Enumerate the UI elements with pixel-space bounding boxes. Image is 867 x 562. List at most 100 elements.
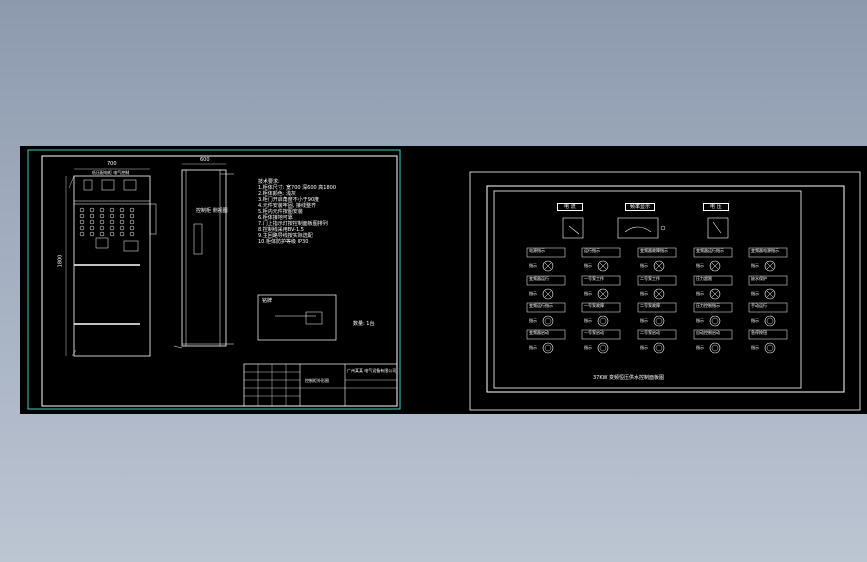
lamp-cross-mark (655, 290, 663, 298)
meter-label-voltage: 电 压 (703, 203, 729, 211)
push-button-icon (653, 342, 665, 354)
indicator-label: 二号泵故障 (640, 303, 660, 308)
detail-label: 铭牌 (262, 298, 273, 304)
button-inner-ring (766, 317, 774, 325)
indicator-row-tag: 指示 (696, 291, 704, 296)
panel-button-symbol (79, 219, 85, 225)
indicator-row-tag: 指示 (584, 318, 592, 323)
indicator-label: 变频运行指示 (529, 303, 553, 308)
panel-button-symbol (109, 219, 115, 225)
button-inner-ring (599, 317, 607, 325)
indicator-row-tag: 指示 (584, 291, 592, 296)
push-button-icon (542, 315, 554, 327)
front-width-dimension: 700 (107, 161, 117, 167)
panel-button-symbol (119, 231, 125, 237)
panel-button-symbol (119, 219, 125, 225)
indicator-row-tag: 指示 (640, 263, 648, 268)
lamp-cross-mark (766, 262, 774, 270)
lamp-cross-mark (599, 262, 607, 270)
technical-notes: 技术要求: 1.柜体尺寸: 宽700 深600 高1800 2.柜体颜色: 浅灰… (258, 179, 336, 245)
panel-button-symbol (89, 219, 95, 225)
panel-button-symbol (79, 207, 85, 213)
meter-label-current: 电 流 (557, 203, 583, 211)
note-line: 10.柜体防护等级 IP30 (258, 239, 309, 245)
panel-button-symbol (129, 225, 135, 231)
panel-button-symbol (79, 231, 85, 237)
panel-caption: 37KW 变频恒压供水控制面板图 (593, 375, 664, 381)
panel-button-symbol (99, 219, 105, 225)
indicator-row-tag: 指示 (751, 318, 759, 323)
indicator-label: 压力超限 (696, 276, 712, 281)
height-dimension: 1800 (57, 254, 64, 268)
panel-button-symbol (99, 231, 105, 237)
panel-button-symbol (89, 207, 95, 213)
indicator-row-tag: 指示 (640, 291, 648, 296)
push-button-icon (764, 315, 776, 327)
panel-button-symbol (99, 207, 105, 213)
indicator-label: 变频器电源指示 (751, 248, 779, 253)
panel-header-label: 低压配电柜 电气控制 (92, 170, 130, 175)
push-button-icon (597, 315, 609, 327)
indicator-row-tag: 指示 (640, 345, 648, 350)
button-inner-ring (766, 344, 774, 352)
indicator-label: 缺水保护 (751, 276, 767, 281)
drawing-title: 控制柜外形图 (305, 378, 329, 383)
indicator-row-tag: 指示 (751, 291, 759, 296)
panel-button-symbol (89, 225, 95, 231)
indicator-label: 变频器运行 (529, 276, 549, 281)
panel-button-symbol (109, 225, 115, 231)
panel-button-symbol (119, 207, 125, 213)
company-name: 广州某某 电气设备有限公司 (347, 368, 397, 373)
button-inner-ring (599, 344, 607, 352)
panel-button-symbol (79, 225, 85, 231)
panel-button-symbol (79, 213, 85, 219)
panel-button-symbol (89, 231, 95, 237)
quantity-label: 数量: 1台 (353, 321, 375, 327)
panel-button-symbol (99, 213, 105, 219)
side-width-dimension: 600 (200, 157, 210, 163)
indicator-label: 一号泵故障 (584, 303, 604, 308)
push-button-icon (709, 315, 721, 327)
indicator-row-tag: 指示 (696, 318, 704, 323)
push-button-icon (597, 342, 609, 354)
panel-button-symbol (99, 225, 105, 231)
panel-button-symbol (119, 213, 125, 219)
indicator-row-tag: 指示 (529, 318, 537, 323)
indicator-label: 一号泵启动 (584, 330, 604, 335)
right-drawing-sheet: 电 流 频率显示 电 压 电源指示 指示 运行指示 指示 变频器故障指示 指示 变频器运行指… (403, 146, 867, 414)
button-inner-ring (655, 344, 663, 352)
panel-button-symbol (109, 213, 115, 219)
push-button-icon (764, 342, 776, 354)
lamp-cross-mark (544, 262, 552, 270)
indicator-row-tag: 指示 (584, 345, 592, 350)
lamp-cross-mark (766, 290, 774, 298)
indicator-label: 一号泵工作 (584, 276, 604, 281)
indicator-row-tag: 指示 (696, 345, 704, 350)
indicator-row-tag: 指示 (751, 263, 759, 268)
panel-button-symbol (119, 225, 125, 231)
lamp-cross-mark (711, 262, 719, 270)
button-inner-ring (544, 344, 552, 352)
indicator-label: 运行指示 (584, 248, 600, 253)
indicator-label: 变频器启动 (529, 330, 549, 335)
left-sheet-linework (27, 149, 401, 410)
indicator-row-tag: 指示 (751, 345, 759, 350)
indicator-label: 二号泵启动 (640, 330, 660, 335)
indicator-label: 手动运行 (751, 303, 767, 308)
panel-button-symbol (109, 231, 115, 237)
lamp-cross-mark (599, 290, 607, 298)
indicator-label: 急停按钮 (751, 330, 767, 335)
indicator-row-tag: 指示 (584, 263, 592, 268)
panel-button-symbol (129, 207, 135, 213)
front-panel-button-grid (79, 207, 135, 237)
lamp-cross-mark (711, 290, 719, 298)
indicator-label: 变频器故障指示 (640, 248, 668, 253)
indicator-row-tag: 指示 (529, 345, 537, 350)
panel-button-symbol (109, 207, 115, 213)
indicator-row-tag: 指示 (529, 291, 537, 296)
push-button-icon (542, 342, 554, 354)
indicator-lamp-grid (526, 247, 788, 354)
indicator-label: 二号泵工作 (640, 276, 660, 281)
indicator-label: 电源指示 (529, 248, 545, 253)
lamp-cross-mark (544, 290, 552, 298)
